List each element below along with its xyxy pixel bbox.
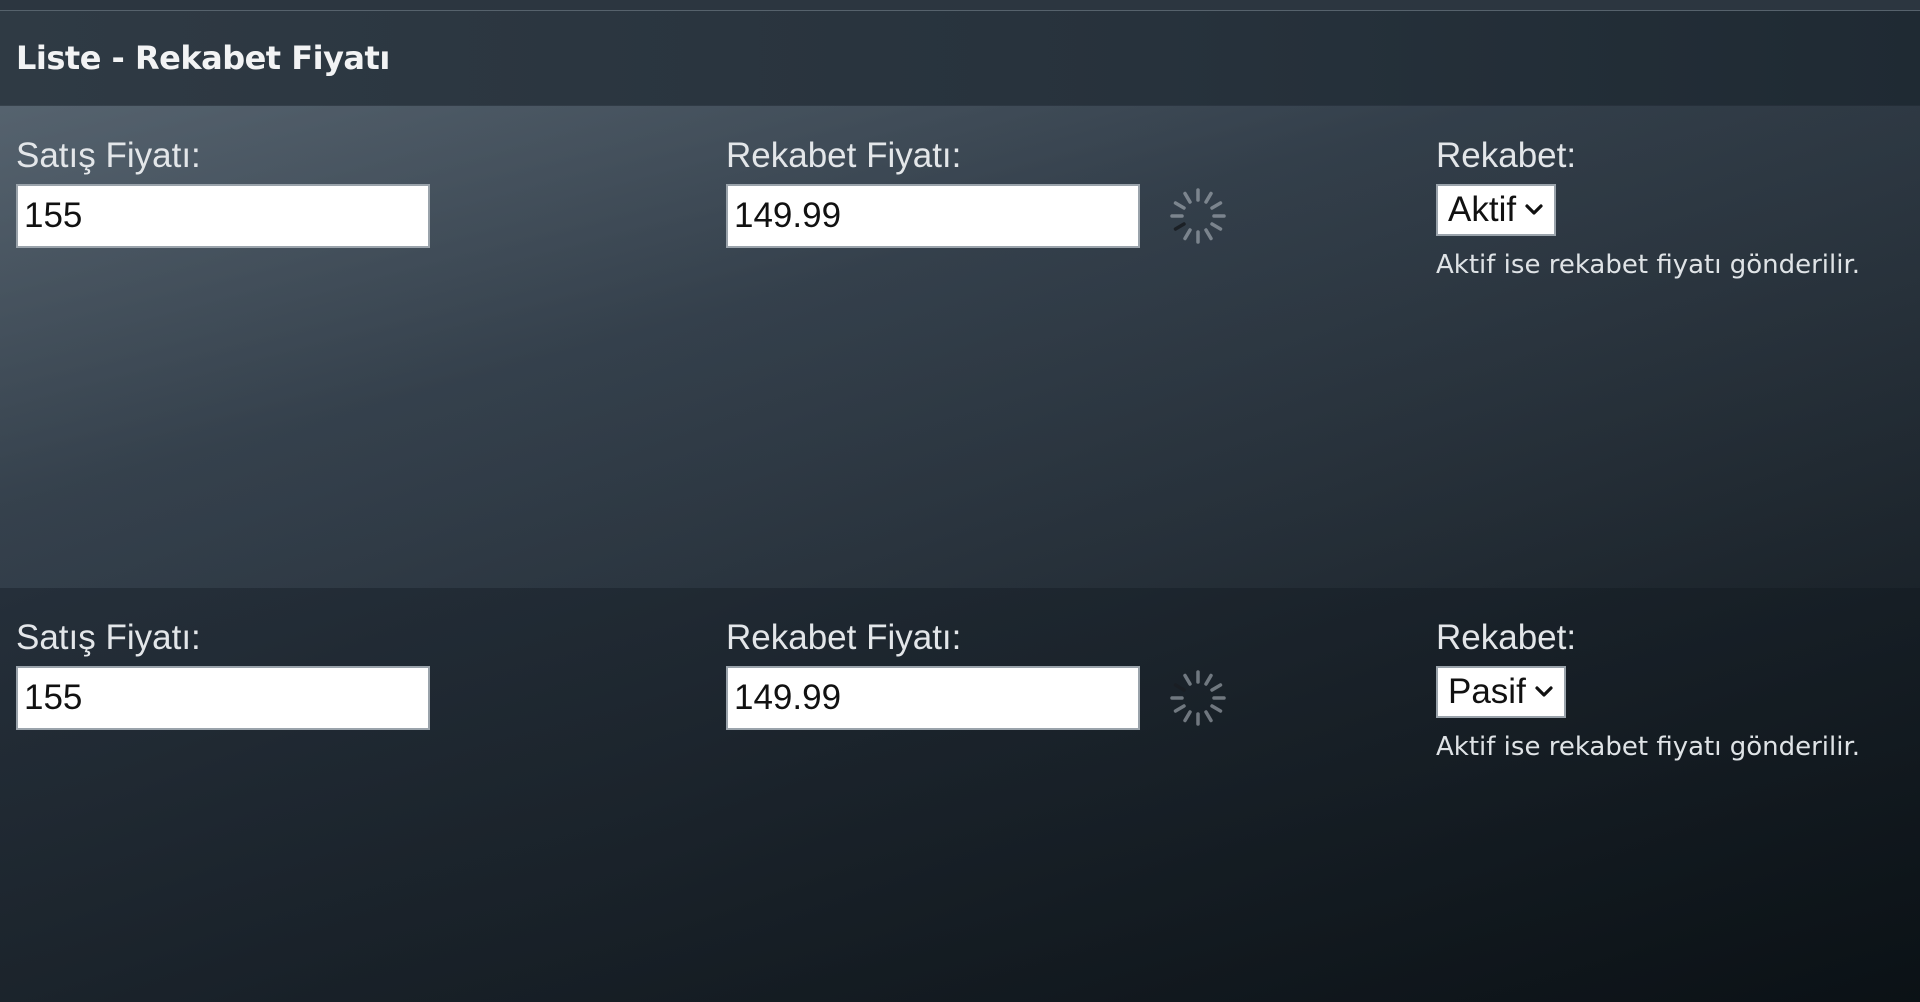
- loading-spinner-icon: [1170, 670, 1226, 726]
- sale-price-label: Satış Fiyatı:: [16, 618, 201, 657]
- competition-label: Rekabet:: [1436, 136, 1577, 175]
- competition-field: Rekabet: Pasif Aktif ise rekabet fiyatı …: [1436, 618, 1860, 762]
- competitor-price-field: Rekabet Fiyatı:: [726, 618, 1140, 730]
- price-row: Satış Fiyatı: Rekabet Fiyatı: Rekabet: A…: [0, 106, 1920, 588]
- competitor-price-input[interactable]: [726, 184, 1140, 248]
- sale-price-field: Satış Fiyatı:: [16, 136, 430, 248]
- sale-price-field: Satış Fiyatı:: [16, 618, 430, 730]
- panel-header: Liste - Rekabet Fiyatı: [0, 11, 1920, 105]
- competition-select[interactable]: Pasif: [1436, 666, 1566, 718]
- price-row: Satış Fiyatı: Rekabet Fiyatı: Rekabet: P…: [0, 588, 1920, 1002]
- sale-price-input[interactable]: [16, 666, 430, 730]
- competition-hint: Aktif ise rekabet fiyatı gönderilir.: [1436, 250, 1861, 280]
- chevron-down-icon: [1525, 204, 1543, 215]
- loading-spinner-icon: [1170, 188, 1226, 244]
- competition-select-value: Pasif: [1448, 672, 1526, 711]
- competitor-price-label: Rekabet Fiyatı:: [726, 618, 962, 657]
- competition-field: Rekabet: Aktif Aktif ise rekabet fiyatı …: [1436, 136, 1860, 280]
- competition-label: Rekabet:: [1436, 618, 1577, 657]
- competitor-price-input[interactable]: [726, 666, 1140, 730]
- competition-select[interactable]: Aktif: [1436, 184, 1557, 236]
- sale-price-label: Satış Fiyatı:: [16, 136, 201, 175]
- sale-price-input[interactable]: [16, 184, 430, 248]
- competition-hint: Aktif ise rekabet fiyatı gönderilir.: [1436, 732, 1861, 762]
- chevron-down-icon: [1535, 686, 1553, 697]
- competition-select-value: Aktif: [1448, 190, 1517, 229]
- top-divider: [0, 0, 1920, 11]
- panel-title: Liste - Rekabet Fiyatı: [16, 39, 390, 77]
- competitor-price-field: Rekabet Fiyatı:: [726, 136, 1140, 248]
- competitor-price-label: Rekabet Fiyatı:: [726, 136, 962, 175]
